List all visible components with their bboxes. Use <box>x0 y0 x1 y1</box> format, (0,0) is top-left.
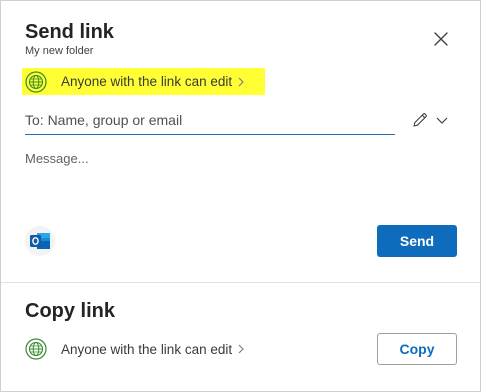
close-icon <box>434 32 448 46</box>
link-permission-setting[interactable]: Anyone with the link can edit <box>22 68 265 95</box>
copy-link-permission-label: Anyone with the link can edit <box>61 341 233 357</box>
send-link-title: Send link <box>25 21 114 43</box>
outlook-icon <box>30 233 50 249</box>
share-dialog: Send link My new folder Anyone with the … <box>0 0 481 392</box>
pencil-icon <box>413 113 427 127</box>
edit-permission-dropdown[interactable] <box>411 109 453 131</box>
globe-icon <box>25 70 47 93</box>
copy-button[interactable]: Copy <box>377 333 457 365</box>
copy-link-title: Copy link <box>25 300 116 322</box>
message-input[interactable] <box>25 151 455 207</box>
chevron-right-icon <box>238 77 244 86</box>
chevron-down-icon <box>436 117 448 124</box>
copy-link-permission-setting[interactable]: Anyone with the link can edit <box>25 337 245 361</box>
chevron-right-icon <box>238 344 244 354</box>
folder-name: My new folder <box>25 45 94 57</box>
recipient-input[interactable] <box>25 108 395 135</box>
link-permission-label: Anyone with the link can edit <box>61 74 233 89</box>
send-button[interactable]: Send <box>377 225 457 257</box>
copy-link-section: Copy link Anyone with the link can edit … <box>1 283 480 391</box>
send-link-section: Send link My new folder Anyone with the … <box>1 1 480 282</box>
close-button[interactable] <box>429 27 453 51</box>
globe-icon <box>25 338 47 360</box>
outlook-button[interactable] <box>25 226 55 256</box>
